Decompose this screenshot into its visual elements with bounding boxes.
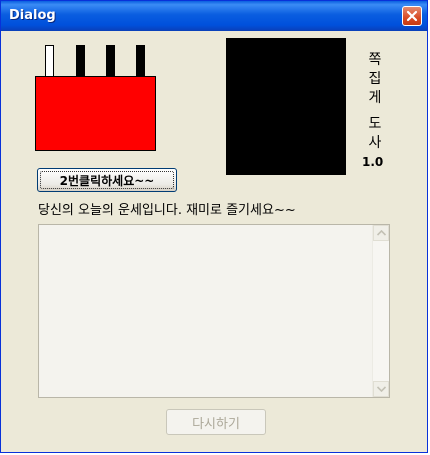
- arrow-down-icon: [377, 386, 386, 392]
- scroll-up-button[interactable]: [373, 225, 389, 241]
- chimney-white: [45, 45, 54, 77]
- version-label: 1.0: [362, 155, 384, 169]
- dialog-window: Dialog 쪽 집 게 도 사 1.0 2번클릭하세요~~ 당신의 오늘의 운…: [0, 0, 428, 453]
- close-icon: [406, 10, 418, 22]
- app-name-char: 게: [368, 90, 382, 106]
- vertical-scrollbar[interactable]: [372, 225, 389, 397]
- title-bar[interactable]: Dialog: [1, 1, 427, 31]
- app-name-char: 사: [368, 135, 382, 151]
- arrow-up-icon: [377, 230, 386, 236]
- display-box: [226, 38, 346, 175]
- chimney: [76, 45, 85, 77]
- fortune-textarea[interactable]: [38, 224, 390, 398]
- chimney: [106, 45, 115, 77]
- app-name-char: 집: [368, 71, 382, 87]
- factory-graphic: [35, 45, 157, 153]
- app-name-char: 쪽: [368, 52, 382, 68]
- factory-body: [35, 76, 156, 151]
- fortune-label: 당신의 오늘의 운세입니다. 재미로 즐기세요~~: [38, 203, 296, 218]
- retry-button[interactable]: 다시하기: [166, 409, 266, 435]
- chimney: [136, 45, 145, 77]
- window-title: Dialog: [9, 8, 56, 23]
- close-button[interactable]: [402, 6, 422, 26]
- scroll-down-button[interactable]: [373, 381, 389, 397]
- click-twice-button[interactable]: 2번클릭하세요~~: [37, 168, 177, 192]
- app-name-vertical: 쪽 집 게 도 사: [363, 51, 387, 153]
- app-name-char: 도: [368, 116, 382, 132]
